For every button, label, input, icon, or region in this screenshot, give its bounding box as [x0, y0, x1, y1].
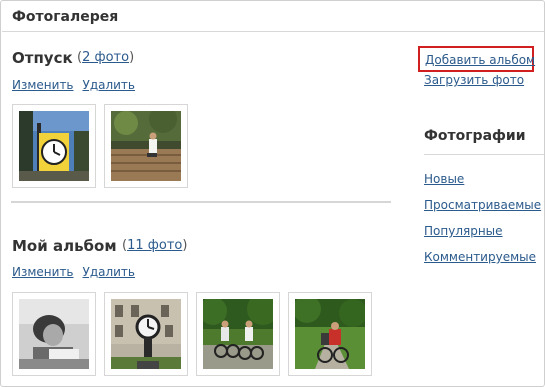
- add-album-label: Добавить альбом: [425, 53, 536, 67]
- add-album-button[interactable]: Добавить альбом: [418, 46, 536, 72]
- sidebar-link-commented[interactable]: Комментируемые: [424, 250, 536, 264]
- cyclists-photo: [203, 299, 273, 369]
- sidebar-link-popular[interactable]: Популярные: [424, 224, 503, 238]
- photo-thumbnail[interactable]: [196, 292, 280, 376]
- stairs-photo: [111, 111, 181, 181]
- gallery-panel: Фотогалерея Отпуск (2 фото) Изменить Удал…: [0, 0, 545, 387]
- album-actions: Изменить Удалить: [12, 265, 144, 279]
- upload-photo-link[interactable]: Загрузить фото: [424, 73, 524, 87]
- album-photo-count: (2 фото): [77, 50, 135, 65]
- photo-thumbnail[interactable]: [12, 104, 96, 188]
- delete-album-link[interactable]: Удалить: [83, 265, 136, 279]
- edit-album-link[interactable]: Изменить: [12, 265, 74, 279]
- photo-thumbnail[interactable]: [12, 292, 96, 376]
- clock-tower-photo: [19, 111, 89, 181]
- sidebar-link-new[interactable]: Новые: [424, 172, 464, 186]
- sidebar-divider: [424, 154, 544, 155]
- edit-album-link[interactable]: Изменить: [12, 78, 74, 92]
- girl-reading-photo: [19, 299, 89, 369]
- album-title: Отпуск: [12, 49, 73, 67]
- clock-building-photo: [111, 299, 181, 369]
- photos-heading: Фотографии: [424, 128, 526, 144]
- album-actions: Изменить Удалить: [12, 78, 144, 92]
- album-count-link[interactable]: 11 фото: [127, 238, 182, 253]
- album-count-link[interactable]: 2 фото: [82, 50, 129, 65]
- album-photo-count: (11 фото): [122, 238, 188, 253]
- sidebar-link-viewed[interactable]: Просматриваемые: [424, 198, 541, 212]
- delete-album-link[interactable]: Удалить: [83, 78, 136, 92]
- cyclist-park-photo: [295, 299, 365, 369]
- album-title: Мой альбом: [12, 237, 117, 255]
- photo-thumbnail[interactable]: [104, 104, 188, 188]
- photo-thumbnail[interactable]: [104, 292, 188, 376]
- gallery-header: Фотогалерея: [2, 2, 544, 32]
- page-title: Фотогалерея: [12, 9, 119, 25]
- photo-thumbnail[interactable]: [288, 292, 372, 376]
- album-divider: [11, 201, 391, 203]
